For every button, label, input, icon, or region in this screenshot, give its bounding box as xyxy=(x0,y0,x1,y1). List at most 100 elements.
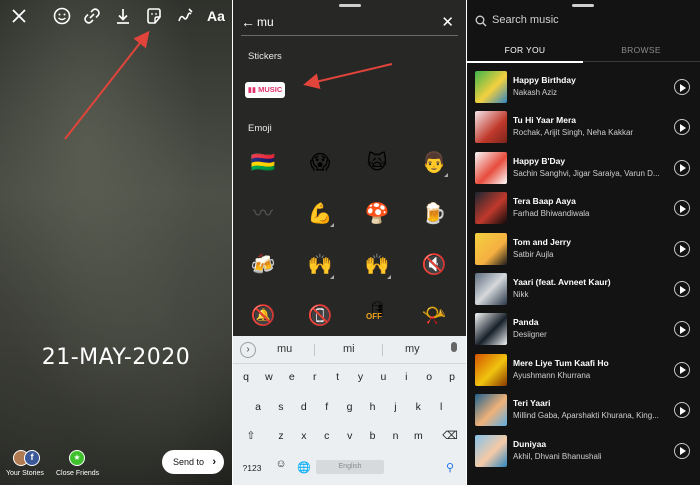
key-v[interactable]: v xyxy=(339,425,361,447)
key-l[interactable]: l xyxy=(430,396,452,418)
back-arrow-icon[interactable]: ← xyxy=(241,14,255,30)
play-icon[interactable] xyxy=(674,200,690,217)
key-s[interactable]: s xyxy=(270,396,292,418)
key-x[interactable]: x xyxy=(293,425,315,447)
key-h[interactable]: h xyxy=(362,396,384,418)
play-icon[interactable] xyxy=(674,119,690,136)
song-title: Teri Yaari xyxy=(513,398,551,409)
send-to-button[interactable]: Send to › xyxy=(162,450,224,474)
play-icon[interactable] xyxy=(674,321,690,338)
song-row[interactable]: Teri Yaari Millind Gaba, Aparshakti Khura… xyxy=(467,390,700,430)
key-f[interactable]: f xyxy=(316,396,338,418)
key-z[interactable]: z xyxy=(270,425,292,447)
screaming-face-emoji[interactable]: 😱 xyxy=(307,149,333,175)
microphone-icon[interactable] xyxy=(451,342,457,352)
mustache-emoji[interactable]: 〰 xyxy=(250,200,276,226)
link-icon[interactable] xyxy=(82,6,102,26)
key-k[interactable]: k xyxy=(407,396,429,418)
emoji-heading: Emoji xyxy=(248,123,272,134)
song-row[interactable]: Happy B'Day Sachin Sanghvi, Jigar Saraiya… xyxy=(467,148,700,188)
key-p[interactable]: p xyxy=(441,366,463,388)
key-c[interactable]: c xyxy=(316,425,338,447)
music-sticker[interactable]: ▮▮ MUSIC xyxy=(245,82,285,98)
song-row[interactable]: Mere Liye Tum Kaafi Ho Ayushmann Khurrana xyxy=(467,350,700,390)
drag-handle[interactable] xyxy=(339,4,361,7)
album-cover xyxy=(475,111,507,144)
key-e[interactable]: e xyxy=(281,366,303,388)
raising-hands-emoji[interactable]: 🙌 xyxy=(364,251,390,277)
download-icon[interactable] xyxy=(113,6,133,26)
play-icon[interactable] xyxy=(674,281,690,297)
backspace-key[interactable]: ⌫ xyxy=(439,425,461,447)
song-row[interactable]: Tu Hi Yaar Mera Rochak, Arijit Singh, Neh… xyxy=(467,107,700,147)
postal-horn-emoji[interactable]: 📯 xyxy=(421,302,447,328)
key-r[interactable]: r xyxy=(304,366,326,388)
search-key[interactable]: ⚲ xyxy=(439,457,461,479)
clinking-beer-emoji[interactable]: 🍻 xyxy=(250,251,276,277)
muted-speaker-emoji[interactable]: 🔇 xyxy=(421,251,447,277)
song-artist: Satbir Aujla xyxy=(513,249,554,259)
suggestion-word[interactable]: my xyxy=(405,343,420,355)
beer-mug-emoji[interactable]: 🍺 xyxy=(421,200,447,226)
emoji-key[interactable]: ☺ xyxy=(270,453,292,475)
man-emoji[interactable]: 👨 xyxy=(421,149,447,175)
close-icon[interactable] xyxy=(9,6,29,26)
weary-cat-emoji[interactable]: 🙀 xyxy=(364,149,390,175)
key-g[interactable]: g xyxy=(339,396,361,418)
story-share-bar: f Your Stories ★ Close Friends Send to › xyxy=(0,448,232,482)
song-title: Panda xyxy=(513,317,539,328)
drag-handle[interactable] xyxy=(572,4,594,7)
play-icon[interactable] xyxy=(674,159,690,176)
globe-icon[interactable]: 🌐 xyxy=(293,457,315,479)
music-search-input[interactable]: Search music xyxy=(492,14,559,26)
sticker-search-input[interactable]: mu xyxy=(257,15,274,29)
song-row[interactable]: Happy Birthday Nakash Aziz xyxy=(467,67,700,107)
clear-icon[interactable]: ✕ xyxy=(441,13,454,31)
no-phones-emoji[interactable]: 📵 xyxy=(307,302,333,328)
shift-key[interactable]: ⇧ xyxy=(240,425,262,447)
key-u[interactable]: u xyxy=(372,366,394,388)
tab-for-you[interactable]: FOR YOU xyxy=(467,45,583,55)
song-row[interactable]: Tom and Jerry Satbir Aujla xyxy=(467,229,700,269)
music-search-panel: Search music FOR YOU BROWSE Happy Birthd… xyxy=(467,0,700,485)
chevron-right-icon[interactable]: › xyxy=(240,342,256,358)
text-tool-button[interactable]: Aa xyxy=(207,8,225,24)
play-icon[interactable] xyxy=(674,402,690,419)
draw-icon[interactable] xyxy=(175,6,195,26)
key-y[interactable]: y xyxy=(350,366,372,388)
suggestion-word[interactable]: mi xyxy=(343,343,355,355)
mushroom-emoji[interactable]: 🍄 xyxy=(364,200,390,226)
mauritius-flag-emoji[interactable]: 🇲🇺 xyxy=(250,149,276,175)
key-j[interactable]: j xyxy=(384,396,406,418)
song-artist: Nakash Aziz xyxy=(513,88,558,97)
tab-browse[interactable]: BROWSE xyxy=(583,45,699,55)
emoji-face-icon[interactable] xyxy=(52,6,72,26)
bell-slash-emoji[interactable]: 🔕 xyxy=(250,302,276,328)
play-icon[interactable] xyxy=(674,442,690,459)
key-d[interactable]: d xyxy=(293,396,315,418)
key-a[interactable]: a xyxy=(247,396,269,418)
raising-hands-emoji[interactable]: 🙌 xyxy=(307,251,333,277)
key-i[interactable]: i xyxy=(395,366,417,388)
play-icon[interactable] xyxy=(674,240,690,257)
active-tab-indicator xyxy=(467,61,583,63)
song-row[interactable]: Tera Baap Aaya Farhad Bhiwandiwala xyxy=(467,188,700,228)
key-m[interactable]: m xyxy=(407,425,429,447)
suggestion-divider xyxy=(314,344,315,356)
key-q[interactable]: q xyxy=(235,366,257,388)
song-row[interactable]: Duniyaa Akhil, Dhvani Bhanushali xyxy=(467,431,700,471)
song-row[interactable]: Panda Desiigner xyxy=(467,309,700,349)
key-n[interactable]: n xyxy=(385,425,407,447)
sticker-icon[interactable] xyxy=(144,6,164,26)
key-w[interactable]: w xyxy=(258,366,280,388)
key-t[interactable]: t xyxy=(327,366,349,388)
song-row[interactable]: Yaari (feat. Avneet Kaur) Nikk xyxy=(467,269,700,309)
symbols-key[interactable]: ?123 xyxy=(237,457,267,479)
story-date-text[interactable]: 21-MAY-2020 xyxy=(0,345,232,370)
suggestion-word[interactable]: mu xyxy=(277,343,292,355)
key-o[interactable]: o xyxy=(418,366,440,388)
space-key[interactable]: English xyxy=(316,460,384,474)
key-b[interactable]: b xyxy=(362,425,384,447)
play-icon[interactable] xyxy=(674,361,690,378)
play-icon[interactable] xyxy=(674,79,690,95)
